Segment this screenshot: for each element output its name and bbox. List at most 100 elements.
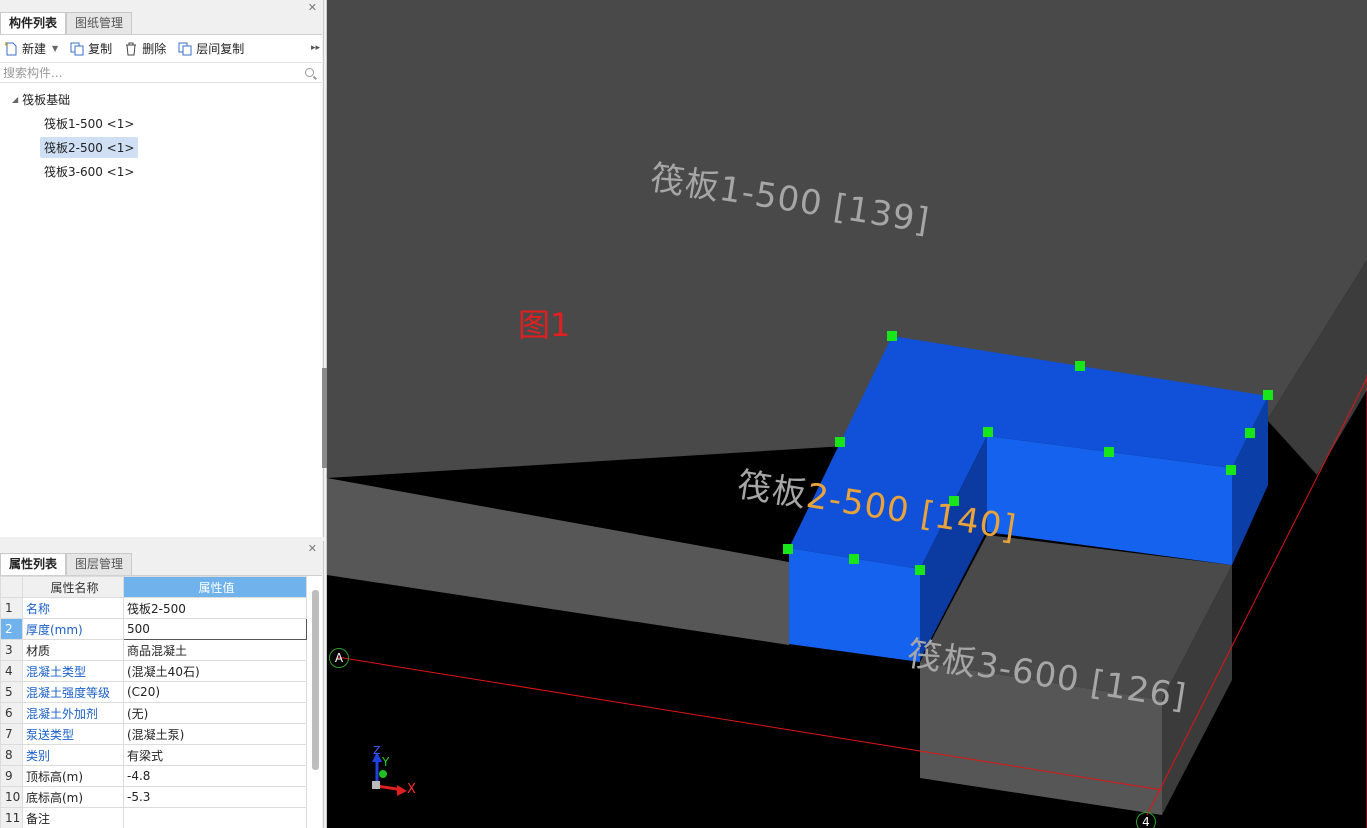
grip-point[interactable] xyxy=(835,437,845,447)
search-icon[interactable] xyxy=(305,68,314,77)
gizmo-x-label: X xyxy=(407,782,416,797)
table-row[interactable]: 4 混凝土类型 (混凝土40石) xyxy=(0,660,307,682)
property-value[interactable]: 商品混凝土 xyxy=(123,639,307,661)
new-button-label: 新建 xyxy=(22,42,47,56)
property-panel: ✕ 属性列表 图层管理 属性名称 属性值 1 名称 筏板2-500 2 厚度(m… xyxy=(0,541,324,828)
table-row[interactable]: 11 备注 xyxy=(0,807,307,828)
property-value-editor[interactable]: 500 xyxy=(123,618,307,640)
new-button[interactable]: 新建 ▼ xyxy=(4,40,58,57)
floor-copy-button[interactable]: 层间复制 xyxy=(178,40,244,57)
row-number: 11 xyxy=(0,807,23,828)
header-property-name: 属性名称 xyxy=(22,576,124,598)
table-row[interactable]: 3 材质 商品混凝土 xyxy=(0,639,307,661)
table-row[interactable]: 5 混凝土强度等级 (C20) xyxy=(0,681,307,703)
grip-point[interactable] xyxy=(1226,465,1236,475)
property-value[interactable]: (无) xyxy=(123,702,307,724)
property-name: 混凝土外加剂 xyxy=(22,702,124,724)
grip-point[interactable] xyxy=(783,544,793,554)
new-file-icon xyxy=(4,41,17,55)
grip-point[interactable] xyxy=(849,554,859,564)
row-number: 1 xyxy=(0,597,23,619)
table-row[interactable]: 1 名称 筏板2-500 xyxy=(0,597,307,619)
3d-viewport[interactable]: 筏板1-500 [139] 筏板2-500 [140] 筏板3-600 [126… xyxy=(327,0,1367,828)
table-row-selected[interactable]: 2 厚度(mm) 500 xyxy=(0,618,307,640)
grip-point[interactable] xyxy=(915,565,925,575)
tab-component-list[interactable]: 构件列表 xyxy=(0,12,67,34)
chevron-down-icon[interactable]: ▼ xyxy=(52,44,58,53)
tab-drawing-management[interactable]: 图纸管理 xyxy=(66,12,133,34)
expand-arrow-icon[interactable]: ◢ xyxy=(12,95,18,104)
tree-item-label[interactable]: 筏板3-600 <1> xyxy=(40,161,138,182)
figure-label: 图1 xyxy=(518,306,571,344)
grip-point[interactable] xyxy=(1263,390,1273,400)
table-row[interactable]: 9 顶标高(m) -4.8 xyxy=(0,765,307,787)
property-value[interactable]: (混凝土40石) xyxy=(123,660,307,682)
left-dock: ✕ 构件列表 图纸管理 新建 ▼ 复制 删除 层间复制 ▸▸ 搜索构件... ◢… xyxy=(0,0,327,828)
tab-layer-management[interactable]: 图层管理 xyxy=(66,553,133,575)
grip-point[interactable] xyxy=(887,331,897,341)
property-name: 混凝土强度等级 xyxy=(22,681,124,703)
search-box xyxy=(0,63,322,83)
component-tree: ◢ 筏板基础 筏板1-500 <1> 筏板2-500 <1> 筏板3-600 <… xyxy=(0,83,322,183)
property-value[interactable] xyxy=(123,807,307,828)
axis-marker-4[interactable]: 4 xyxy=(1136,812,1156,828)
component-toolbar: 新建 ▼ 复制 删除 层间复制 ▸▸ xyxy=(0,35,322,63)
tree-item-selected[interactable]: 筏板2-500 <1> xyxy=(0,135,322,159)
floor-copy-icon xyxy=(178,42,192,55)
property-name: 底标高(m) xyxy=(22,786,124,808)
scrollbar-thumb[interactable] xyxy=(312,590,319,770)
tree-item-label[interactable]: 筏板2-500 <1> xyxy=(40,136,139,158)
table-row[interactable]: 6 混凝土外加剂 (无) xyxy=(0,702,307,724)
property-value[interactable]: 筏板2-500 xyxy=(123,597,307,619)
delete-button[interactable]: 删除 xyxy=(124,40,166,57)
axis-marker-a[interactable]: A xyxy=(329,648,349,668)
property-name: 厚度(mm) xyxy=(22,618,124,640)
row-number: 9 xyxy=(0,765,23,787)
grip-point[interactable] xyxy=(1075,361,1085,371)
property-name: 泵送类型 xyxy=(22,723,124,745)
delete-button-label: 删除 xyxy=(142,42,167,56)
tree-item-label[interactable]: 筏板1-500 <1> xyxy=(40,113,138,134)
property-tabbar: 属性列表 图层管理 xyxy=(0,553,133,575)
header-num xyxy=(0,576,23,598)
tree-item[interactable]: 筏板1-500 <1> xyxy=(0,111,322,135)
tab-property-list[interactable]: 属性列表 xyxy=(0,553,67,575)
property-name: 类别 xyxy=(22,744,124,766)
property-value[interactable]: -5.3 xyxy=(123,786,307,808)
tree-root-raft-foundation[interactable]: ◢ 筏板基础 xyxy=(0,87,322,111)
row-number: 8 xyxy=(0,744,23,766)
search-input[interactable] xyxy=(0,63,290,82)
copy-button[interactable]: 复制 xyxy=(70,40,112,57)
tree-item[interactable]: 筏板3-600 <1> xyxy=(0,159,322,183)
trash-icon xyxy=(126,42,137,55)
property-name: 备注 xyxy=(22,807,124,828)
property-value[interactable]: -4.8 xyxy=(123,765,307,787)
property-name: 混凝土类型 xyxy=(22,660,124,682)
viewport-canvas[interactable] xyxy=(327,0,1367,828)
copy-button-label: 复制 xyxy=(88,42,113,56)
component-panel-body: 新建 ▼ 复制 删除 层间复制 ▸▸ 搜索构件... ◢ 筏板基础 筏板1-50… xyxy=(0,34,322,537)
property-value[interactable]: 有梁式 xyxy=(123,744,307,766)
table-row[interactable]: 7 泵送类型 (混凝土泵) xyxy=(0,723,307,745)
close-icon[interactable]: ✕ xyxy=(308,1,317,14)
grip-point[interactable] xyxy=(983,427,993,437)
row-number: 3 xyxy=(0,639,23,661)
close-icon[interactable]: ✕ xyxy=(308,542,317,555)
gizmo-y-label: Y xyxy=(382,755,390,769)
grip-point[interactable] xyxy=(1245,428,1255,438)
copy-icon xyxy=(70,42,84,55)
property-table-header: 属性名称 属性值 xyxy=(0,576,307,598)
grip-point[interactable] xyxy=(1104,447,1114,457)
row-number: 6 xyxy=(0,702,23,724)
more-icon[interactable]: ▸▸ xyxy=(311,43,320,53)
gizmo-z-label: Z xyxy=(373,744,381,757)
axis-gizmo xyxy=(372,752,407,796)
table-row[interactable]: 10 底标高(m) -5.3 xyxy=(0,786,307,808)
component-tabbar: 构件列表 图纸管理 xyxy=(0,12,133,34)
property-value[interactable]: (C20) xyxy=(123,681,307,703)
table-row[interactable]: 8 类别 有梁式 xyxy=(0,744,307,766)
property-value[interactable]: (混凝土泵) xyxy=(123,723,307,745)
property-name: 材质 xyxy=(22,639,124,661)
slab-1-side-front xyxy=(327,478,789,645)
row-number: 10 xyxy=(0,786,23,808)
